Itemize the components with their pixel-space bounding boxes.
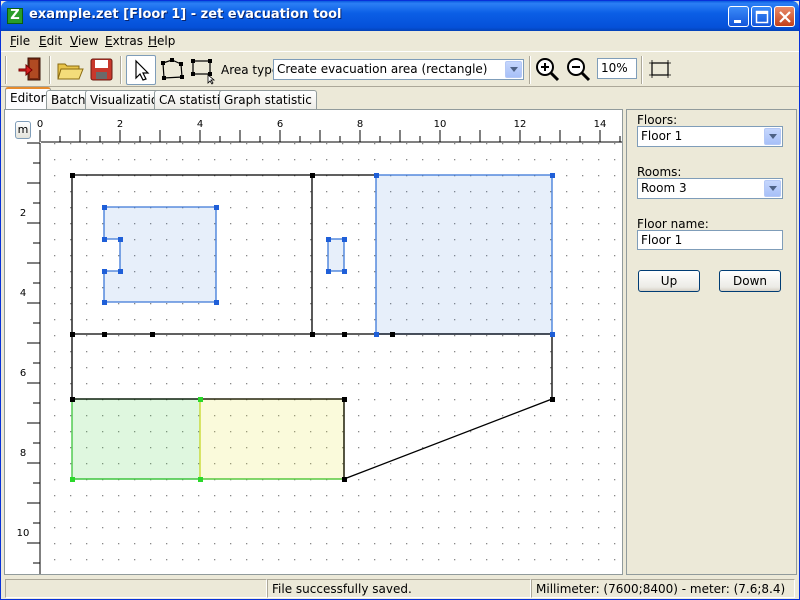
- evacuation-area[interactable]: [327, 238, 345, 272]
- toolbar-separator: [641, 56, 643, 84]
- floor-name-label: Floor name:: [637, 217, 709, 231]
- menu-view[interactable]: View: [70, 34, 98, 48]
- zoom-out-button[interactable]: [564, 55, 594, 85]
- ruler-x-label: 14: [594, 119, 607, 130]
- rooms-value: Room 3: [641, 181, 687, 195]
- exit-icon: [18, 57, 41, 81]
- ruler-x-label: 10: [434, 119, 447, 130]
- rasterize-button[interactable]: [646, 55, 676, 85]
- down-button[interactable]: Down: [719, 270, 781, 292]
- evacuation-area[interactable]: [375, 174, 553, 335]
- polygon-draw-icon: [161, 58, 184, 80]
- evacuation-area[interactable]: [103, 206, 217, 303]
- floor-editor[interactable]: 0 2 4 6 8 10 12 14 2 4 6 8 10 m: [4, 109, 623, 575]
- floors-value: Floor 1: [641, 129, 683, 143]
- toolbar-separator: [5, 56, 7, 84]
- menu-bar: File Edit View Extras Help: [1, 31, 799, 51]
- grid-frame-icon: [649, 60, 671, 78]
- ruler-x-label: 6: [277, 119, 283, 130]
- menu-edit[interactable]: Edit: [39, 34, 62, 48]
- status-coordinates: Millimeter: (7600;8400) - meter: (7.6;8.…: [531, 579, 795, 598]
- maximize-icon: [755, 10, 769, 24]
- zoom-out-icon: [567, 58, 591, 82]
- close-icon: [779, 11, 791, 23]
- save-button[interactable]: [87, 55, 117, 85]
- floors-dropdown[interactable]: Floor 1: [637, 126, 783, 147]
- zoom-in-icon: [536, 58, 560, 82]
- area-type-value: Create evacuation area (rectangle): [277, 62, 488, 76]
- toolbar-separator: [529, 56, 531, 84]
- ruler-x-label: 4: [197, 119, 203, 130]
- open-button[interactable]: [55, 55, 85, 85]
- status-left: [5, 579, 267, 598]
- vertical-ruler: 2 4 6 8 10: [5, 142, 41, 574]
- exit-button[interactable]: [16, 55, 46, 85]
- chevron-down-icon[interactable]: [764, 180, 781, 197]
- ruler-x-label: 8: [357, 119, 363, 130]
- window-title: example.zet [Floor 1] - zet evacuation t…: [29, 7, 342, 22]
- chevron-down-icon[interactable]: [764, 128, 781, 145]
- rooms-label: Rooms:: [637, 165, 682, 179]
- folder-open-icon: [57, 63, 84, 80]
- select-tool-button[interactable]: [126, 55, 156, 85]
- title-bar[interactable]: Z example.zet [Floor 1] - zet evacuation…: [1, 1, 799, 31]
- ruler-x-label: 0: [37, 119, 43, 130]
- assignment-area[interactable]: [71, 398, 201, 480]
- floor-plan-canvas[interactable]: 0 2 4 6 8 10 12 14 2 4 6 8 10: [5, 110, 623, 575]
- close-button[interactable]: [774, 6, 795, 27]
- menu-help[interactable]: Help: [148, 34, 175, 48]
- toolbar-separator: [120, 56, 122, 84]
- chevron-down-icon[interactable]: [505, 61, 522, 78]
- ruler-y-label: 10: [17, 528, 30, 539]
- menu-extras[interactable]: Extras: [105, 34, 143, 48]
- ruler-y-label: 8: [20, 448, 26, 459]
- floppy-disk-icon: [90, 58, 113, 81]
- properties-panel: Floors: Floor 1 Rooms: Room 3 Floor name…: [626, 109, 797, 575]
- tab-graph-statistic[interactable]: Graph statistic: [219, 90, 317, 109]
- toolbar-separator: [49, 56, 51, 84]
- polygon-tool-button[interactable]: [158, 55, 188, 85]
- zet-app-icon[interactable]: Z: [7, 8, 23, 24]
- up-button[interactable]: Up: [638, 270, 700, 292]
- ruler-x-label: 2: [117, 119, 123, 130]
- status-bar: File successfully saved. Millimeter: (76…: [1, 577, 799, 599]
- horizontal-ruler: 0 2 4 6 8 10 12 14: [37, 110, 622, 143]
- floor-name-input[interactable]: Floor 1: [637, 230, 783, 250]
- rectangle-draw-icon: [191, 59, 216, 85]
- zoom-input[interactable]: 10%: [597, 58, 637, 79]
- ruler-x-label: 12: [514, 119, 527, 130]
- minimize-button[interactable]: [728, 6, 749, 27]
- maximize-button[interactable]: [751, 6, 772, 27]
- ruler-y-label: 6: [20, 368, 26, 379]
- minimize-icon: [734, 20, 741, 23]
- zoom-in-button[interactable]: [533, 55, 563, 85]
- tab-editor[interactable]: Editor: [5, 87, 51, 109]
- ruler-y-label: 2: [20, 208, 26, 219]
- menu-file[interactable]: File: [10, 34, 30, 48]
- unit-button[interactable]: m: [15, 121, 31, 139]
- save-area[interactable]: [199, 398, 345, 480]
- status-message: File successfully saved.: [267, 579, 531, 598]
- tab-bar: Editor Batch Visualization CA statistic …: [1, 87, 799, 109]
- area-type-dropdown[interactable]: Create evacuation area (rectangle): [273, 59, 524, 80]
- tab-batch[interactable]: Batch: [46, 90, 91, 109]
- main-window: Z example.zet [Floor 1] - zet evacuation…: [0, 0, 800, 600]
- rectangle-tool-button[interactable]: [188, 55, 218, 85]
- toolbar: Area type: Create evacuation area (recta…: [1, 51, 799, 87]
- ruler-y-label: 4: [20, 288, 26, 299]
- cursor-arrow-icon: [135, 59, 150, 81]
- floors-label: Floors:: [637, 113, 678, 127]
- rooms-dropdown[interactable]: Room 3: [637, 178, 783, 199]
